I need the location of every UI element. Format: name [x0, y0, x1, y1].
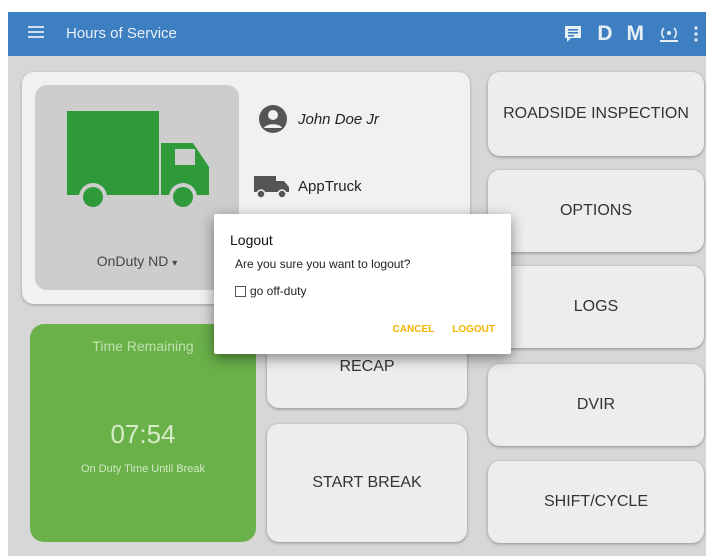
- app-bar: Hours of Service D M: [8, 12, 706, 56]
- dialog-actions: CANCEL LOGOUT: [393, 324, 495, 335]
- driver-letter-m[interactable]: M: [627, 22, 645, 46]
- app-title: Hours of Service: [66, 25, 177, 42]
- logout-dialog: Logout Are you sure you want to logout? …: [214, 214, 511, 354]
- logout-button[interactable]: LOGOUT: [452, 324, 495, 335]
- more-vert-icon[interactable]: [694, 26, 698, 42]
- eld-connection-icon[interactable]: [658, 24, 680, 44]
- message-icon[interactable]: [563, 24, 583, 44]
- menu-icon[interactable]: [28, 26, 44, 42]
- dialog-message: Are you sure you want to logout?: [235, 257, 411, 271]
- go-off-duty-checkbox[interactable]: go off-duty: [235, 284, 306, 298]
- driver-letter-d[interactable]: D: [597, 22, 612, 46]
- cancel-button[interactable]: CANCEL: [393, 324, 435, 335]
- app-bar-actions: D M: [563, 20, 698, 48]
- go-off-duty-label: go off-duty: [250, 284, 307, 298]
- checkbox-box[interactable]: [235, 285, 246, 297]
- dialog-title: Logout: [230, 232, 273, 248]
